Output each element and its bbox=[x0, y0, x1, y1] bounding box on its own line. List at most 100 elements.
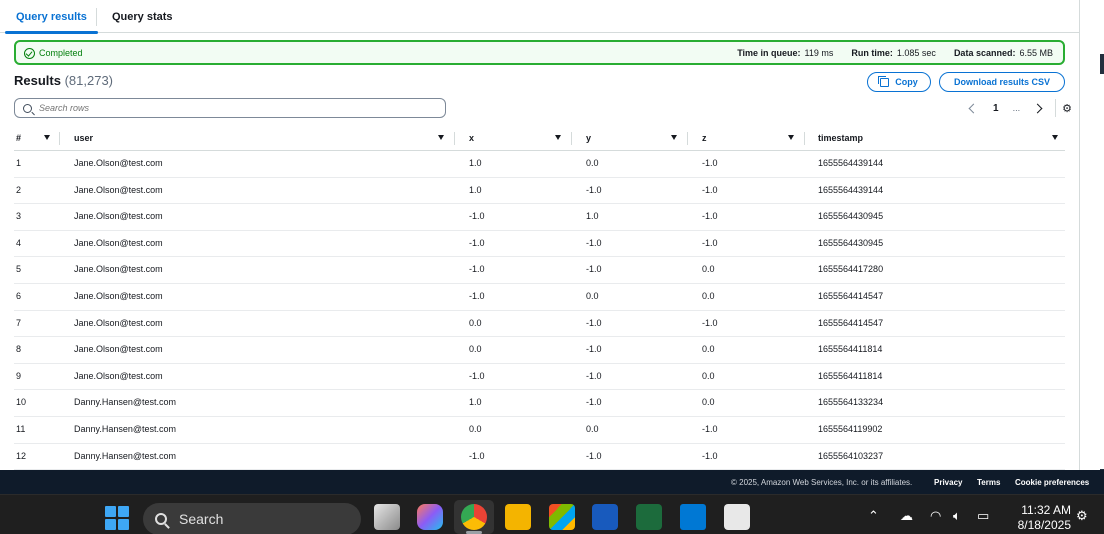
cell-x: -1.0 bbox=[469, 290, 485, 301]
data-scanned: Data scanned: 6.55 MB bbox=[953, 48, 1053, 58]
solitaire-icon[interactable] bbox=[636, 504, 662, 530]
column-header-y[interactable]: y bbox=[586, 126, 591, 150]
cell-timestamp: 1655564133234 bbox=[818, 397, 884, 408]
sort-down-icon[interactable] bbox=[671, 135, 677, 140]
cell-index: 7 bbox=[16, 317, 22, 328]
sort-down-icon[interactable] bbox=[44, 135, 50, 140]
file-explorer-icon[interactable] bbox=[505, 504, 531, 530]
scrollbar-marker[interactable] bbox=[1100, 54, 1104, 74]
clock-time: 11:32 AM bbox=[1021, 503, 1071, 517]
volume-icon[interactable]: 🔈︎ bbox=[953, 508, 961, 524]
column-divider bbox=[571, 132, 572, 145]
sort-down-icon[interactable] bbox=[438, 135, 444, 140]
results-count: (81,273) bbox=[64, 73, 114, 88]
cell-timestamp: 1655564439144 bbox=[818, 158, 884, 168]
cell-timestamp: 1655564411814 bbox=[818, 370, 883, 381]
table-row[interactable]: 4 Jane.Olson@test.com -1.0 -1.0 -1.0 16555644… bbox=[14, 231, 1065, 258]
cell-timestamp: 1655564430945 bbox=[818, 237, 884, 248]
cell-z: 0.0 bbox=[702, 397, 715, 408]
panel-right-border bbox=[1079, 0, 1080, 470]
battery-icon[interactable]: ▭ bbox=[977, 508, 989, 524]
windows-start-icon[interactable] bbox=[105, 506, 129, 530]
cell-y: 1.0 bbox=[586, 211, 599, 222]
cookie-preferences-link[interactable]: Cookie preferences bbox=[1015, 478, 1089, 487]
column-header-x[interactable]: x bbox=[469, 126, 474, 150]
tab-query-stats[interactable]: Query stats bbox=[98, 0, 187, 33]
cell-timestamp: 1655564414547 bbox=[818, 290, 884, 301]
gear-icon[interactable]: ⚙ bbox=[1062, 102, 1072, 115]
cell-index: 12 bbox=[16, 450, 27, 461]
notifications-icon[interactable]: ⚙ bbox=[1076, 508, 1088, 524]
microsoft-store-icon[interactable] bbox=[549, 504, 575, 530]
vscode-icon[interactable] bbox=[680, 504, 706, 530]
chevron-up-icon[interactable]: ⌃ bbox=[868, 508, 879, 524]
taskbar-search[interactable]: Search bbox=[143, 503, 361, 534]
terms-link[interactable]: Terms bbox=[977, 478, 1000, 487]
table-row[interactable]: 9 Jane.Olson@test.com -1.0 -1.0 0.0 165556441… bbox=[14, 364, 1065, 391]
search-rows-input[interactable] bbox=[39, 103, 419, 113]
copilot-icon[interactable] bbox=[417, 504, 443, 530]
table-row[interactable]: 5 Jane.Olson@test.com -1.0 -1.0 0.0 165556441… bbox=[14, 257, 1065, 284]
table-row[interactable]: 1 Jane.Olson@test.com 1.0 0.0 -1.0 1655564439… bbox=[14, 151, 1065, 178]
table-row[interactable]: 11 Danny.Hansen@test.com 0.0 0.0 -1.0 1655564… bbox=[14, 417, 1065, 444]
cell-y: -1.0 bbox=[586, 184, 602, 195]
column-header-z[interactable]: z bbox=[702, 126, 707, 150]
snipping-tool-icon[interactable] bbox=[724, 504, 750, 530]
download-csv-button[interactable]: Download results CSV bbox=[939, 72, 1065, 92]
sort-down-icon[interactable] bbox=[555, 135, 561, 140]
cell-index: 4 bbox=[16, 237, 22, 248]
chevron-left-icon[interactable] bbox=[968, 103, 979, 113]
cell-x: -1.0 bbox=[469, 450, 485, 461]
word-icon[interactable] bbox=[592, 504, 618, 530]
cell-x: 0.0 bbox=[469, 317, 482, 328]
cell-z: -1.0 bbox=[702, 423, 718, 434]
sort-down-icon[interactable] bbox=[1052, 135, 1058, 140]
cell-y: -1.0 bbox=[586, 237, 602, 248]
table-row[interactable]: 3 Jane.Olson@test.com -1.0 1.0 -1.0 165556443… bbox=[14, 204, 1065, 231]
cell-user: Jane.Olson@test.com bbox=[74, 344, 163, 355]
cell-index: 1 bbox=[16, 158, 22, 168]
cell-x: -1.0 bbox=[469, 264, 485, 275]
time-in-queue: Time in queue: 119 ms bbox=[737, 48, 834, 58]
cell-timestamp: 1655564411814 bbox=[818, 344, 883, 355]
cell-y: 0.0 bbox=[586, 423, 599, 434]
cell-x: 1.0 bbox=[469, 184, 482, 195]
chrome-icon[interactable] bbox=[461, 504, 487, 530]
cell-x: -1.0 bbox=[469, 370, 485, 381]
cloud-sync-icon[interactable]: ☁ bbox=[900, 508, 913, 524]
cell-x: 1.0 bbox=[469, 158, 482, 168]
system-clock[interactable]: 11:32 AM 8/18/2025 bbox=[1005, 503, 1071, 533]
table-row[interactable]: 12 Danny.Hansen@test.com -1.0 -1.0 -1.0 16555… bbox=[14, 444, 1065, 471]
column-divider bbox=[59, 132, 60, 145]
column-header-index[interactable]: # bbox=[16, 126, 21, 150]
tab-query-results[interactable]: Query results bbox=[2, 0, 101, 34]
cell-y: -1.0 bbox=[586, 317, 602, 328]
table-row[interactable]: 7 Jane.Olson@test.com 0.0 -1.0 -1.0 165556441… bbox=[14, 311, 1065, 338]
run-time: Run time: 1.085 sec bbox=[851, 48, 936, 58]
column-header-timestamp[interactable]: timestamp bbox=[818, 126, 863, 150]
sort-down-icon[interactable] bbox=[788, 135, 794, 140]
privacy-link[interactable]: Privacy bbox=[934, 478, 962, 487]
task-view-icon[interactable] bbox=[374, 504, 400, 530]
column-header-user[interactable]: user bbox=[74, 126, 93, 150]
cell-index: 9 bbox=[16, 370, 22, 381]
table-header: # user x y z timestamp bbox=[14, 126, 1065, 151]
table-row[interactable]: 8 Jane.Olson@test.com 0.0 -1.0 0.0 1655564411… bbox=[14, 337, 1065, 364]
chevron-right-icon[interactable] bbox=[1032, 103, 1043, 113]
page-number[interactable]: 1 bbox=[993, 103, 999, 114]
results-tabs: Query results Query stats bbox=[0, 0, 1080, 34]
copy-button[interactable]: Copy bbox=[867, 72, 931, 92]
cell-timestamp: 1655564103237 bbox=[818, 450, 884, 461]
table-row[interactable]: 6 Jane.Olson@test.com -1.0 0.0 0.0 1655564414… bbox=[14, 284, 1065, 311]
search-rows-field[interactable] bbox=[14, 98, 446, 118]
copy-icon bbox=[878, 75, 890, 87]
cell-user: Jane.Olson@test.com bbox=[74, 211, 163, 222]
tab-divider bbox=[96, 8, 97, 26]
table-row[interactable]: 10 Danny.Hansen@test.com 1.0 -1.0 0.0 1655564… bbox=[14, 390, 1065, 417]
cell-timestamp: 1655564430945 bbox=[818, 211, 884, 222]
windows-taskbar: Search ⌃ ☁ ◠ 🔈︎ ▭ 11:32 AM 8/18/2025 ⚙ bbox=[0, 494, 1104, 534]
wifi-icon[interactable]: ◠ bbox=[930, 508, 941, 524]
cell-user: Danny.Hansen@test.com bbox=[74, 397, 177, 408]
table-row[interactable]: 2 Jane.Olson@test.com 1.0 -1.0 -1.0 165556443… bbox=[14, 178, 1065, 205]
cell-index: 10 bbox=[16, 397, 27, 408]
